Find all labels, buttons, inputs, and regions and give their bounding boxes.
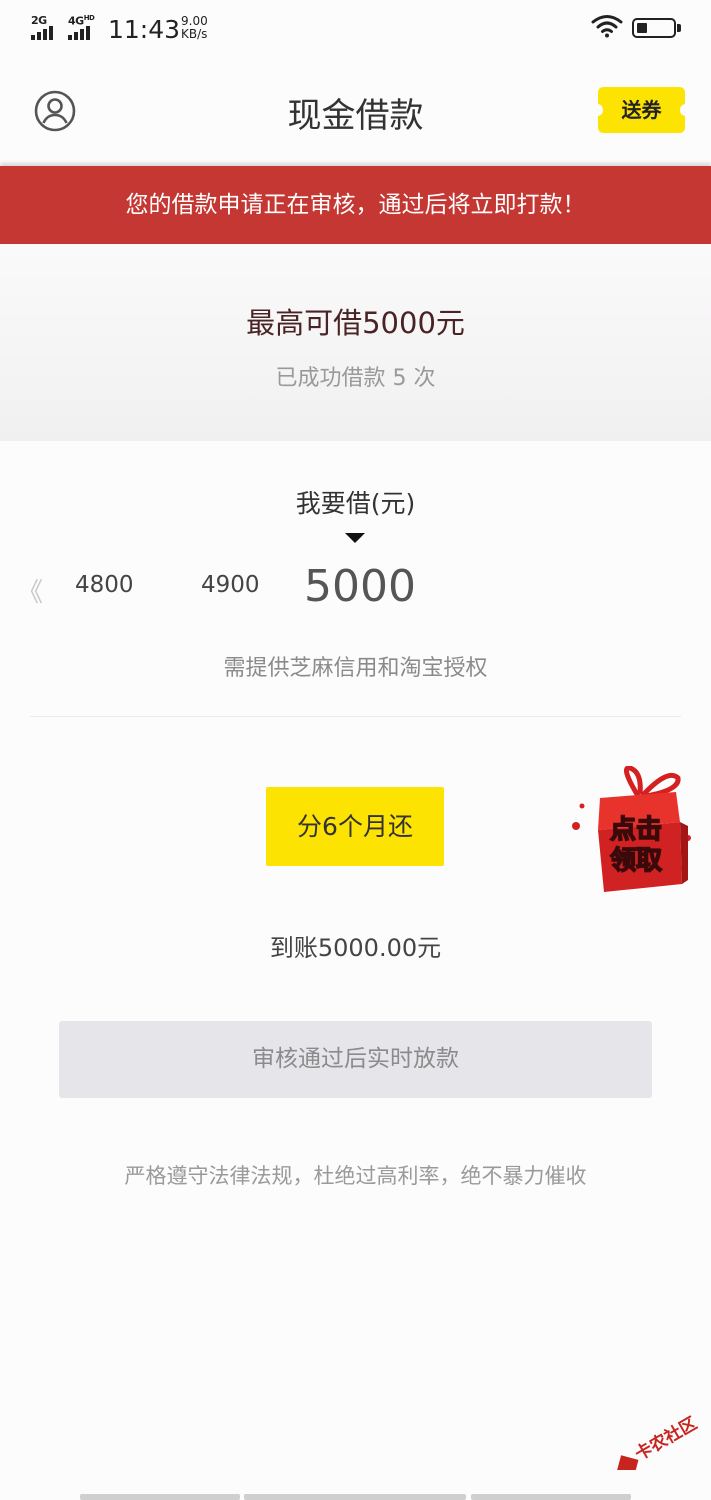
network-speed: 9.00 KB/s bbox=[181, 15, 208, 41]
home-indicator-center bbox=[244, 1494, 466, 1500]
status-bar: 2G 4GHD 11:43 9.00 KB/s bbox=[0, 0, 711, 58]
amount-option-4800[interactable]: 4800 bbox=[75, 572, 134, 598]
credit-panel: 最高可借5000元 已成功借款 5 次 bbox=[0, 244, 711, 441]
wifi-icon bbox=[591, 15, 623, 38]
gift-line2: 领取 bbox=[610, 845, 662, 876]
home-indicator-right bbox=[471, 1494, 631, 1500]
battery-icon bbox=[632, 18, 681, 38]
compliance-note: 严格遵守法律法规，杜绝过高利率，绝不暴力催收 bbox=[124, 1164, 587, 1188]
loan-count: 已成功借款 5 次 bbox=[275, 366, 436, 391]
selector-pointer-icon bbox=[345, 533, 365, 543]
signal-2g-icon: 2G bbox=[31, 14, 61, 40]
gift-line1: 点击 bbox=[610, 814, 662, 845]
watermark-logo: 卡农社区 bbox=[616, 1413, 701, 1470]
nav-bar: 现金借款 送券 bbox=[0, 58, 711, 166]
signal-4g-icon: 4GHD bbox=[68, 14, 100, 40]
divider bbox=[30, 716, 681, 717]
clock: 11:43 bbox=[108, 15, 181, 44]
amount-selected[interactable]: 5000 bbox=[304, 561, 416, 612]
prev-amount-arrow-icon[interactable]: 《 bbox=[17, 572, 43, 609]
coupon-label: 送券 bbox=[621, 98, 662, 122]
submit-button[interactable]: 审核通过后实时放款 bbox=[59, 1021, 652, 1098]
watermark-text: 卡农社区 bbox=[631, 1413, 700, 1465]
amount-label: 我要借(元) bbox=[295, 489, 416, 518]
amount-option-4900[interactable]: 4900 bbox=[201, 572, 260, 598]
coupon-button[interactable]: 送券 bbox=[598, 87, 685, 133]
installment-term-button[interactable]: 分6个月还 bbox=[266, 787, 444, 866]
gift-box-icon: 点击 领取 bbox=[572, 765, 691, 892]
authorization-note: 需提供芝麻信用和淘宝授权 bbox=[223, 656, 488, 681]
network-hd: HD bbox=[83, 14, 95, 22]
review-notice-banner: 您的借款申请正在审核，通过后将立即打款！ bbox=[0, 166, 711, 244]
credit-limit: 最高可借5000元 bbox=[246, 306, 465, 340]
home-indicator-left bbox=[80, 1494, 240, 1500]
gift-box-claim-button[interactable]: 点击 领取 bbox=[568, 765, 692, 898]
received-amount: 到账5000.00元 bbox=[269, 934, 442, 962]
speed-unit: KB/s bbox=[181, 27, 208, 41]
